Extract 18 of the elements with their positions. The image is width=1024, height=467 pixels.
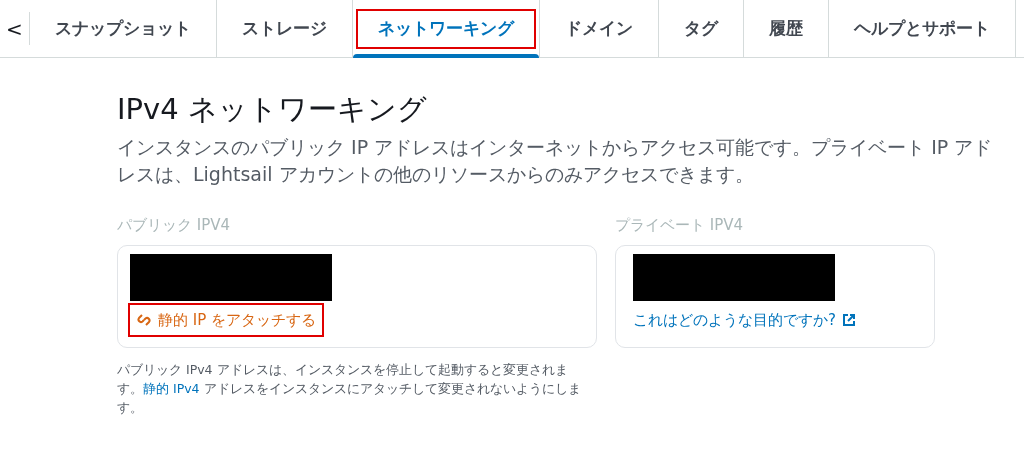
external-link-icon [841, 313, 856, 327]
tab[interactable]: スナップショット [33, 8, 213, 49]
static-ipv4-link[interactable]: 静的 IPv4 [143, 381, 200, 396]
section-label: パブリック IPV4 [117, 215, 232, 236]
page-heading: IPv4 ネットワーキング [117, 91, 428, 128]
back-button[interactable]: < [0, 12, 30, 45]
address-note: パブリック IPv4 アドレスは、インスタンスを停止して起動すると変更されます。静的 IPv4 アドレスをインスタンスにアタッチして変更されないようにします。 [117, 361, 582, 417]
tab[interactable]: 履歴 [747, 8, 825, 49]
attach-static-ip-link[interactable]: 静的 IP をアタッチする [130, 305, 322, 335]
tab[interactable]: ドメイン [543, 8, 655, 49]
section-label: プライベート IPV4 [615, 215, 745, 236]
help-link[interactable]: これはどのような目的ですか? [633, 305, 856, 335]
tab[interactable]: タグ [662, 8, 740, 49]
description: インスタンスのパブリック IP アドレスはインターネットからアクセス可能です。プライベート IP アドレスは、Lightsail アカウントの他のリソースからのみアクセスできます。 [117, 135, 994, 187]
tab[interactable]: ストレージ [220, 8, 349, 49]
tab[interactable]: ネットワーキング [356, 8, 536, 49]
tab[interactable]: ヘルプとサポート [832, 8, 1012, 49]
link-icon [136, 312, 152, 328]
